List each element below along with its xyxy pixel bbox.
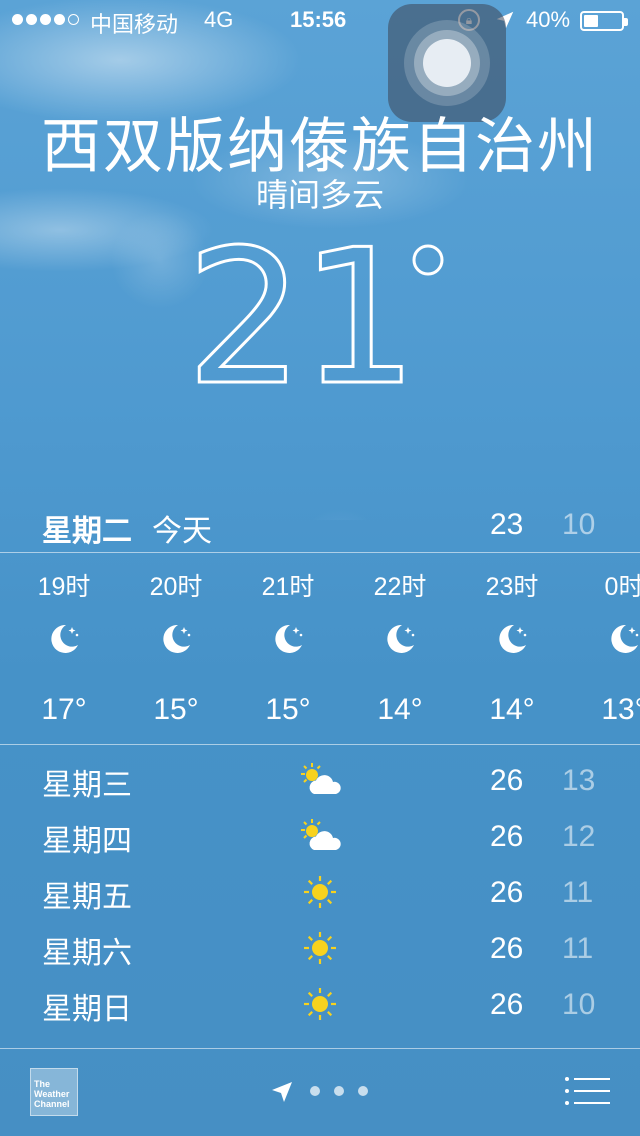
assistive-touch-core <box>423 39 471 87</box>
today-label: 今天 <box>152 514 212 549</box>
weather-channel-logo[interactable]: The Weather Channel <box>30 1068 78 1116</box>
partly-cloudy-icon <box>296 816 344 856</box>
daily-low: 11 <box>562 876 594 909</box>
daily-day-name: 星期六 <box>42 936 132 971</box>
moon-stars-icon <box>606 621 640 657</box>
daily-row: 星期五 26 11 <box>0 864 640 920</box>
hourly-time: 23时 <box>485 573 539 601</box>
daily-day-name: 星期三 <box>42 768 132 803</box>
status-bar: 中国移动 4G 15:56 🔒︎ 40% <box>0 0 640 40</box>
daily-row: 星期日 26 10 <box>0 976 640 1032</box>
battery-fill <box>584 15 598 27</box>
moon-stars-icon <box>46 621 82 657</box>
signal-dot <box>40 14 51 25</box>
temperature-digits: 21 <box>190 222 410 392</box>
sunny-icon <box>296 928 344 968</box>
daily-low: 11 <box>562 932 594 965</box>
current-temperature: 21 <box>0 222 640 412</box>
sunny-icon <box>296 984 344 1024</box>
svg-text:21: 21 <box>190 222 410 392</box>
hourly-temperature: 14° <box>489 693 535 726</box>
page-dot[interactable] <box>310 1086 320 1096</box>
weather-channel-logo-text: The Weather Channel <box>34 1079 70 1109</box>
weather-condition: 晴间多云 <box>255 176 384 214</box>
hourly-temperature: 14° <box>377 693 423 726</box>
hourly-temperature: 15° <box>153 693 199 726</box>
hourly-time: 22时 <box>373 573 427 601</box>
daily-high: 26 <box>490 876 524 909</box>
footer-toolbar: The Weather Channel <box>0 1048 640 1136</box>
network-type: 4G <box>204 7 234 32</box>
divider-bottom <box>0 744 640 745</box>
moon-stars-icon <box>382 621 418 657</box>
hourly-time: 0时 <box>604 573 640 601</box>
page-dot[interactable] <box>358 1086 368 1096</box>
daily-row: 星期三 26 13 <box>0 752 640 808</box>
hourly-forecast[interactable]: 19时 17° 20时 15° 21时 15° 22时 14° 23时 14° 0时 13° <box>0 555 640 743</box>
daily-forecast-list[interactable]: 星期三 26 13 星期四 26 12 星期五 26 11 星期六 26 11 星期日 26 10 <box>0 752 640 1042</box>
page-dot[interactable] <box>334 1086 344 1096</box>
today-low: 10 <box>562 508 596 541</box>
daily-day-name: 星期日 <box>42 992 132 1027</box>
daily-row: 星期六 26 11 <box>0 920 640 976</box>
signal-dot <box>12 14 23 25</box>
hourly-temperature: 13° <box>601 693 640 726</box>
daily-low: 13 <box>562 764 596 797</box>
daily-high: 26 <box>490 932 524 965</box>
moon-stars-icon <box>270 621 306 657</box>
daily-row: 星期四 26 12 <box>0 808 640 864</box>
status-time: 15:56 <box>290 7 347 32</box>
battery-nub <box>624 18 628 26</box>
signal-strength-icon <box>12 14 79 25</box>
battery-icon <box>580 11 628 31</box>
partly-cloudy-icon <box>296 760 344 800</box>
today-high: 23 <box>490 508 524 541</box>
degree-symbol <box>412 244 444 276</box>
battery-percent: 40% <box>526 7 571 32</box>
signal-dot <box>26 14 37 25</box>
hourly-temperature: 15° <box>265 693 311 726</box>
moon-stars-icon <box>494 621 530 657</box>
moon-stars-icon <box>158 621 194 657</box>
sunny-icon <box>296 872 344 912</box>
current-location-icon[interactable] <box>270 1080 294 1104</box>
city-list-icon[interactable] <box>564 1076 610 1106</box>
divider-top <box>0 552 640 553</box>
daily-day-name: 星期五 <box>42 880 132 915</box>
today-day-name: 星期二 <box>42 514 132 549</box>
today-summary-row: 星期二 今天 23 10 <box>0 504 640 549</box>
daily-low: 10 <box>562 988 596 1021</box>
hourly-time: 20时 <box>149 573 203 601</box>
carrier-name: 中国移动 <box>90 12 179 37</box>
hourly-time: 19时 <box>37 573 91 601</box>
daily-high: 26 <box>490 764 524 797</box>
signal-dot <box>54 14 65 25</box>
hourly-time: 21时 <box>261 573 315 601</box>
daily-high: 26 <box>490 820 524 853</box>
signal-dot-empty <box>68 14 79 25</box>
hourly-temperature: 17° <box>41 693 87 726</box>
daily-low: 12 <box>562 820 596 853</box>
daily-high: 26 <box>490 988 524 1021</box>
daily-day-name: 星期四 <box>42 824 132 859</box>
